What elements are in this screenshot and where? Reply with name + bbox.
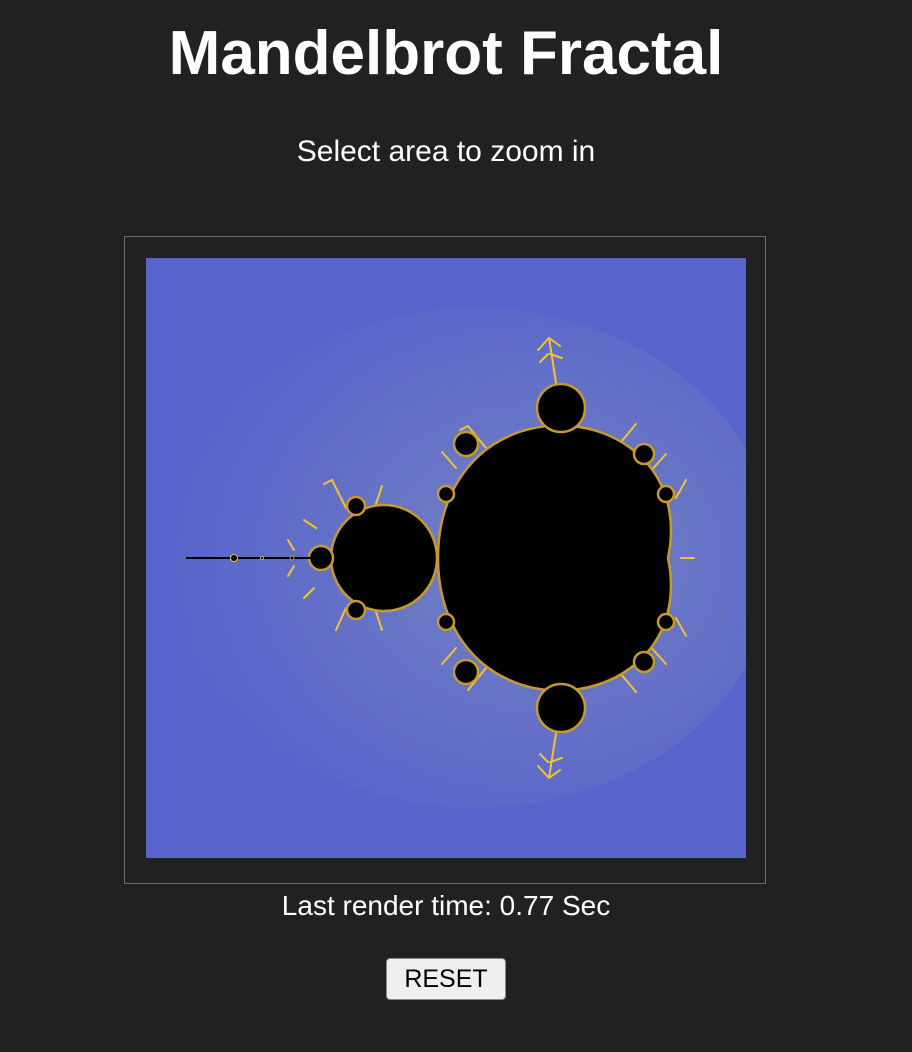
small-bulb bbox=[656, 612, 676, 632]
instruction-text: Select area to zoom in bbox=[296, 135, 596, 168]
minibrot bbox=[230, 554, 238, 562]
fractal-canvas[interactable] bbox=[146, 258, 746, 858]
minibrot bbox=[260, 556, 264, 560]
small-bulb bbox=[632, 442, 656, 466]
small-bulb bbox=[345, 599, 367, 621]
small-bulb bbox=[345, 495, 367, 517]
page: Mandelbrot Fractal Select area to zoom i… bbox=[0, 0, 912, 1052]
small-bulb bbox=[632, 650, 656, 674]
main-cardioid bbox=[436, 424, 673, 692]
fractal-image bbox=[146, 258, 746, 858]
period-2-bulb bbox=[329, 503, 439, 613]
small-bulb bbox=[452, 430, 480, 458]
render-time-text: Last render time: 0.77 Sec bbox=[281, 890, 611, 921]
small-bulb bbox=[436, 612, 456, 632]
minibrot bbox=[289, 555, 295, 561]
top-bulb bbox=[535, 382, 587, 434]
small-bulb bbox=[452, 658, 480, 686]
period-4-bulb bbox=[307, 544, 335, 572]
reset-button[interactable]: RESET bbox=[386, 958, 506, 1000]
bottom-bulb bbox=[535, 682, 587, 734]
small-bulb bbox=[436, 484, 456, 504]
small-bulb bbox=[656, 484, 676, 504]
page-title: Mandelbrot Fractal bbox=[168, 19, 724, 88]
